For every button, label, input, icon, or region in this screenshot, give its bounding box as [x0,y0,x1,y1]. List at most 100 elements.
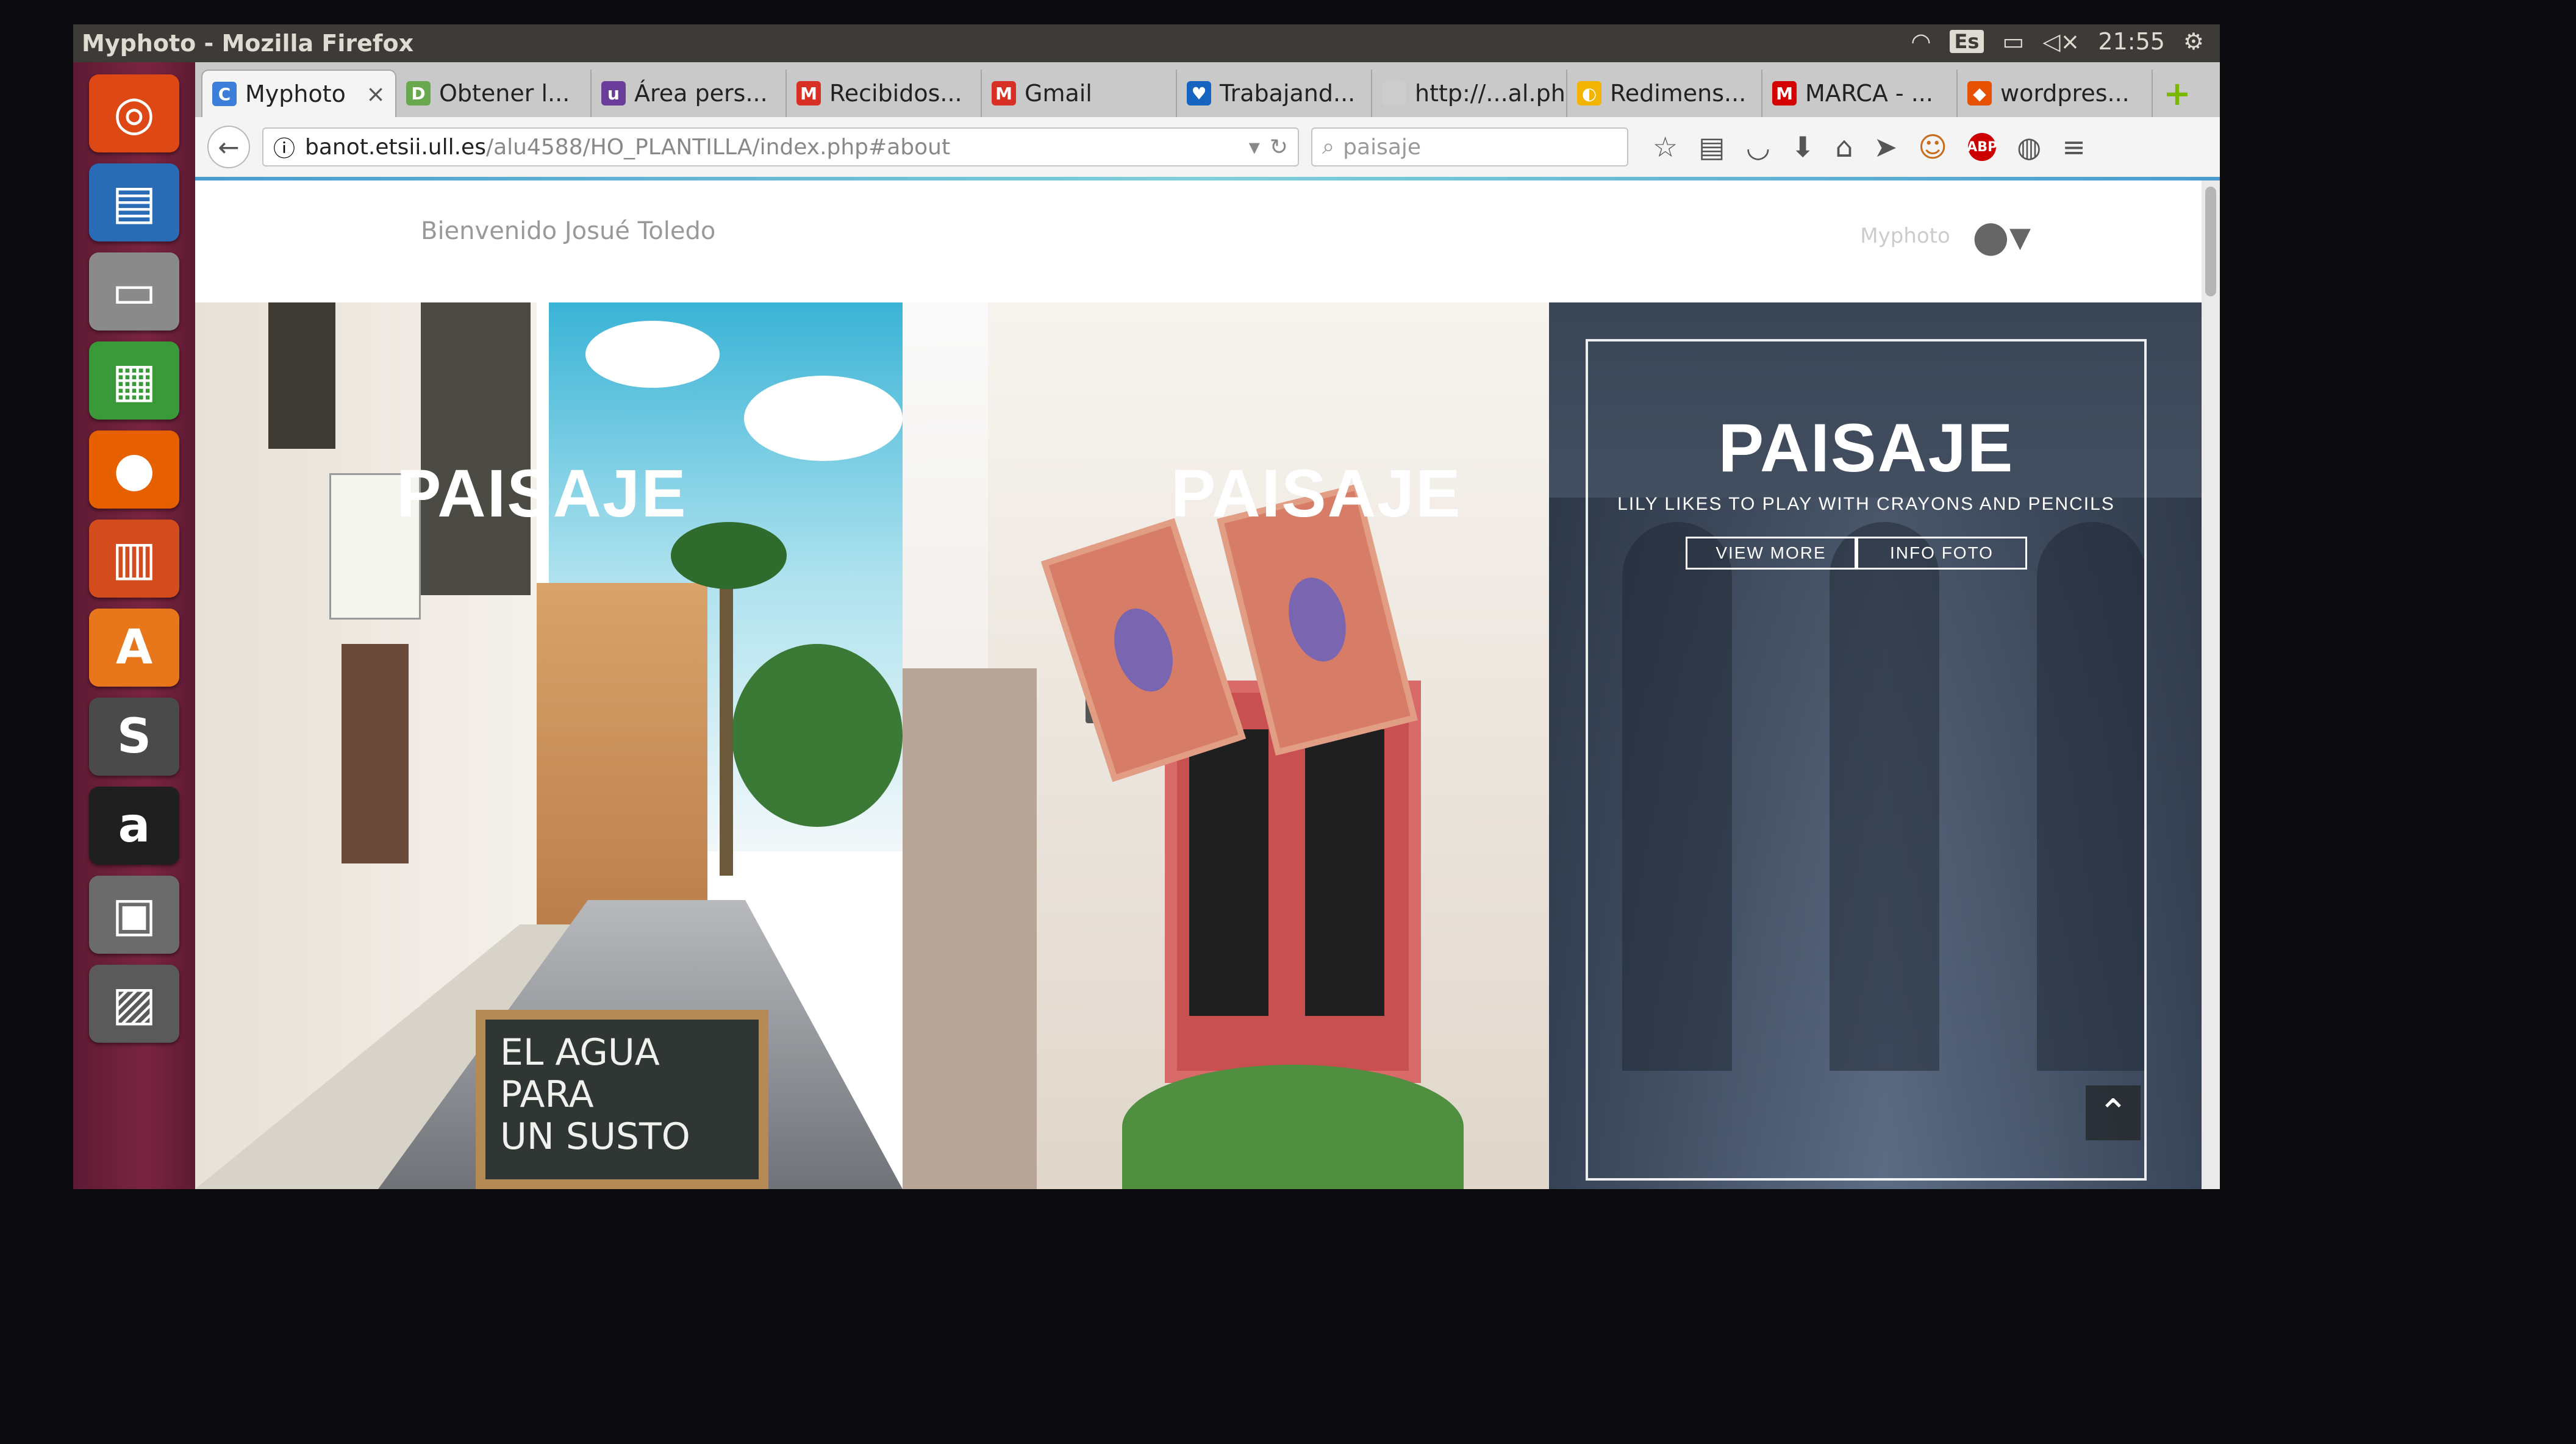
welcome-text: Bienvenido Josué Toledo [421,217,716,245]
sublime-icon[interactable]: S [89,698,179,776]
close-tab-icon[interactable]: × [366,80,385,107]
tab-5[interactable]: M Gmail [982,70,1177,117]
impress-icon[interactable]: ▥ [89,520,179,598]
reload-icon[interactable]: ↻ [1270,135,1288,160]
panel-1-title: PAISAJE [396,456,687,531]
amazon-icon[interactable]: a [89,787,179,865]
tab-favicon-icon: C [212,82,237,106]
cloud [744,376,903,461]
downloads-icon[interactable]: ⬇ [1791,130,1815,163]
tab-2[interactable]: D Obtener l... [396,70,592,117]
firefox-icon[interactable]: ● [89,431,179,509]
tab-favicon-icon: D [406,81,431,105]
keyboard-indicator[interactable]: Es [1949,30,1984,53]
window-pane [1305,729,1384,1016]
site-header: Bienvenido Josué Toledo Myphoto ●▾ [195,180,2220,302]
photo-title: PAISAJE [1718,410,2014,486]
tab-favicon-icon [1382,81,1406,105]
search-input[interactable]: paisaje [1343,135,1421,160]
tab-4[interactable]: M Recibidos... [787,70,982,117]
tab-label: http://...al.php [1415,80,1567,107]
user-account-icon[interactable]: ●▾ [1972,211,2031,261]
chalkboard-sign: EL AGUA PARA UN SUSTO [476,1010,768,1189]
tab-label: Obtener l... [439,80,570,107]
tab-bar: C Myphoto × D Obtener l... u Área pers... M Reci… [195,62,2220,117]
scroll-to-top-button[interactable]: ⌃ [2086,1085,2141,1140]
ubuntu-dash-icon[interactable]: ◎ [89,74,179,152]
tab-label: Recibidos... [829,80,962,107]
tab-favicon-icon: ◆ [1967,81,1992,105]
tab-label: Redimens... [1610,80,1747,107]
bookmark-star-icon[interactable]: ☆ [1653,130,1678,163]
pocket-icon[interactable]: ◡ [1746,130,1770,163]
page-scrollbar[interactable] [2202,180,2220,1189]
user-menu[interactable]: Myphoto ●▾ [1860,211,2031,261]
tab-9[interactable]: M MARCA - ... [1762,70,1958,117]
settings-gear-icon[interactable]: ⚙ [2183,28,2204,55]
volume-muted-icon[interactable]: ◁× [2042,28,2080,55]
back-button[interactable]: ← [207,126,250,168]
search-bar[interactable]: ⌕ paisaje [1311,127,1628,166]
photo-actions: VIEW MORE INFO FOTO [1686,537,2027,570]
tab-label: Trabajand... [1220,80,1356,107]
tab-8[interactable]: ◐ Redimens... [1567,70,1762,117]
info-foto-button[interactable]: INFO FOTO [1856,537,2027,570]
gallery-item-2[interactable]: PAISAJE [903,302,1549,1189]
wifi-icon[interactable]: ◠ [1911,28,1931,55]
window-pane [1189,729,1268,1016]
site-identity-icon[interactable]: ⓘ [273,131,295,163]
tab-3[interactable]: u Área pers... [592,70,787,117]
palm-crown [671,522,787,589]
workspaces-icon[interactable]: ▣ [89,876,179,954]
gallery-item-1[interactable]: EL AGUA PARA UN SUSTO PAISAJE [195,302,903,1189]
building-door [342,644,409,863]
calc-icon[interactable]: ▦ [89,341,179,420]
files-icon[interactable]: ▭ [89,252,179,331]
hamburger-menu-icon[interactable]: ≡ [2062,130,2086,163]
software-center-icon[interactable]: A [89,609,179,687]
site-link[interactable]: Myphoto [1860,224,1950,248]
url-dropdown-icon[interactable]: ▾ [1249,135,1260,160]
tab-10[interactable]: ◆ wordpres... [1958,70,2153,117]
tab-favicon-icon: M [1772,81,1797,105]
screen: Myphoto - Mozilla Firefox ◠ Es ▭ ◁× 21:5… [73,24,2220,1189]
view-more-button[interactable]: VIEW MORE [1686,537,1856,570]
home-icon[interactable]: ⌂ [1835,130,1853,163]
tab-label: Myphoto [245,80,346,107]
tab-favicon-icon: M [992,81,1016,105]
extension-globe-icon[interactable]: ◍ [2017,130,2041,163]
send-icon[interactable]: ➤ [1874,130,1898,163]
new-tab-plus-icon[interactable]: + [2153,70,2202,117]
street-buildings [537,583,707,949]
tab-6[interactable]: ♥ Trabajand... [1177,70,1372,117]
top-panel: Myphoto - Mozilla Firefox ◠ Es ▭ ◁× 21:5… [73,24,2220,62]
bookmarks-library-icon[interactable]: ▤ [1698,130,1725,163]
window-title: Myphoto - Mozilla Firefox [82,30,414,57]
writer-icon[interactable]: ▤ [89,163,179,241]
battery-icon[interactable]: ▭ [2002,28,2024,55]
scrollbar-thumb[interactable] [2205,187,2216,296]
chevron-up-icon: ⌃ [2097,1092,2129,1134]
url-bar[interactable]: ⓘ banot.etsii.ull.es/alu4588/HO_PLANTILL… [262,127,1299,166]
url-host: banot.etsii.ull.es [305,134,486,160]
tab-label: MARCA - ... [1805,80,1933,107]
building-balcony [421,302,531,595]
tab-favicon-icon: M [796,81,821,105]
tab-1[interactable]: C Myphoto × [201,70,396,117]
adblock-icon[interactable]: ABP [1967,133,1997,161]
tab-label: Área pers... [634,80,768,107]
tab-7[interactable]: http://...al.php [1372,70,1567,117]
painted-flower [1104,601,1183,699]
clock[interactable]: 21:55 [2098,28,2165,55]
navigation-toolbar: ← ⓘ banot.etsii.ull.es/alu4588/HO_PLANTI… [195,117,2220,178]
web-page: Bienvenido Josué Toledo Myphoto ●▾ EL AG… [195,180,2220,1189]
plants [1122,1065,1464,1189]
gallery-item-3[interactable]: PAISAJE LILY LIKES TO PLAY WITH CRAYONS … [1549,302,2220,1189]
photo-gallery: EL AGUA PARA UN SUSTO PAISAJE PAISAJE PA… [195,302,2220,1189]
trash-icon[interactable]: ▨ [89,965,179,1043]
extension-face-icon[interactable]: ☺ [1918,130,1947,163]
browser-window: C Myphoto × D Obtener l... u Área pers... M Reci… [195,62,2220,1189]
url-path: /alu4588/HO_PLANTILLA/index.php#about [485,134,951,160]
toolbar-icons: ☆ ▤ ◡ ⬇ ⌂ ➤ ☺ ABP ◍ ≡ [1653,130,2086,163]
chalkboard-line-2: UN SUSTO [500,1115,690,1158]
